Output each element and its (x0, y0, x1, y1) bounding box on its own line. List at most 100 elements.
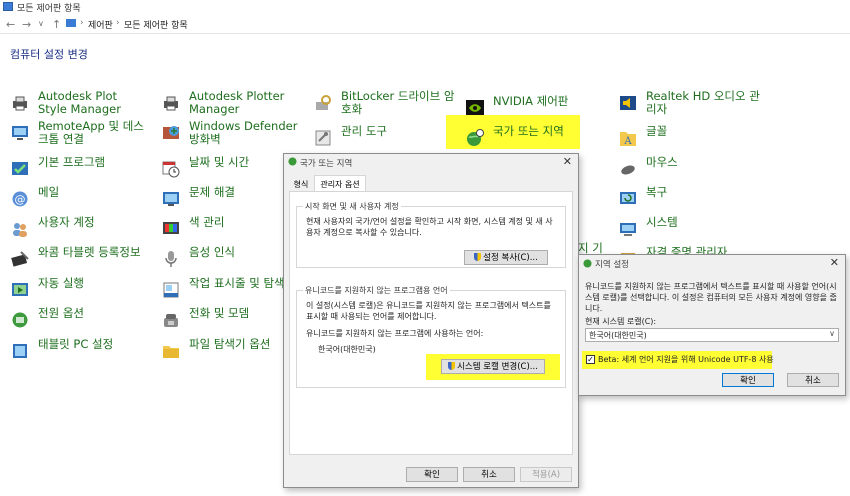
plotter-icon (164, 96, 178, 111)
cp-item-label: 관리 도구 (341, 124, 387, 138)
apply-button[interactable]: 적용(A) (520, 467, 572, 482)
cp-item-label: 와콤 타블렛 등록정보 (38, 245, 141, 259)
breadcrumb-separator: › (80, 18, 84, 28)
microphone-icon (165, 251, 177, 267)
control-panel-icon (3, 2, 13, 11)
cp-item-label: 글꼴 (646, 124, 668, 138)
cp-item-label: 날짜 및 시간 (189, 155, 250, 169)
group-description: 현재 사용자의 국가/언어 설정을 확인하고 시작 화면, 시스템 계정 및 새… (306, 217, 553, 237)
cp-item-label: RemoteApp 및 데스크톱 연결 (38, 119, 144, 146)
globe-icon (583, 259, 592, 268)
region-settings-dialog: 지역 설정 ✕ 유니코드를 지원하지 않는 프로그램에서 텍스트를 표시할 때 … (578, 254, 846, 396)
cp-item-label: 기본 프로그램 (38, 155, 106, 169)
mouse-icon (621, 165, 635, 175)
cp-item-label: 자동 실행 (38, 276, 84, 290)
breadcrumb-separator: › (116, 18, 120, 28)
up-arrow-icon[interactable]: ↑ (52, 18, 61, 31)
cancel-button[interactable]: 취소 (787, 373, 839, 387)
computer-icon (620, 223, 636, 236)
cp-item-label: BitLocker 드라이브 암호화 (341, 89, 455, 116)
non-unicode-group: 유니코드를 지원하지 않는 프로그램용 언어 이 설정(시스템 로캘)은 유니코… (296, 285, 566, 388)
bitlocker-key-icon (316, 95, 331, 110)
cp-item-label: 음성 인식 (189, 245, 235, 259)
admin-tools-icon (315, 130, 331, 146)
window-title-bar: 모든 제어판 항목 (0, 0, 850, 14)
welcome-screen-group: 시작 화면 및 새 사용자 계정 현재 사용자의 국가/언어 설정을 확인하고 … (296, 201, 566, 268)
cp-item-label: Windows Defender 방화벽 (189, 119, 298, 146)
address-bar: ← → ∨ ↑ › 제어판 › 모든 제어판 항목 (0, 14, 850, 34)
tab-administrative[interactable]: 관리자 옵션 (314, 175, 366, 192)
cp-item-label: 마우스 (646, 155, 678, 169)
phone-icon (164, 314, 178, 327)
taskbar-icon (163, 282, 179, 298)
current-language-label: 유니코드를 지원하지 않는 프로그램에 사용하는 언어: (306, 329, 484, 338)
close-icon[interactable]: ✕ (563, 155, 572, 168)
recent-chevron-icon[interactable]: ∨ (38, 19, 44, 28)
cancel-button[interactable]: 취소 (463, 467, 515, 482)
cp-item-label: 작업 표시줄 및 탐색 (189, 276, 285, 290)
cp-item-label: 문제 해결 (189, 185, 235, 199)
copy-settings-button[interactable]: 설정 복사(C)... (464, 250, 548, 265)
globe-icon (288, 157, 297, 166)
beta-utf8-label: Beta: 세계 언어 지원을 위해 Unicode UTF-8 사용 (598, 355, 774, 364)
system-locale-select[interactable]: 한국어(대한민국) ∨ (585, 328, 839, 342)
change-system-locale-button[interactable]: 시스템 로캘 변경(C)... (441, 359, 545, 374)
select-value: 한국어(대한민국) (589, 331, 647, 340)
group-label: 시작 화면 및 새 사용자 계정 (303, 201, 401, 212)
firewall-icon (163, 126, 179, 139)
recovery-icon (620, 192, 636, 204)
cp-item-label: 시스템 (646, 215, 678, 229)
speaker-icon (620, 96, 636, 110)
dialog-title: 지역 설정 (595, 260, 629, 270)
cp-item-label: Autodesk Plotter Manager (189, 89, 285, 116)
cp-item-label: 사용자 계정 (38, 215, 95, 229)
cp-item-label: 전원 옵션 (38, 306, 84, 320)
globe-clock-icon (467, 129, 484, 146)
tablet-pen-icon (11, 251, 29, 267)
mail-icon: @ (12, 191, 28, 207)
cp-item-label: Realtek HD 오디오 관리자 (646, 89, 760, 116)
close-icon[interactable]: ✕ (830, 256, 839, 269)
calendar-clock-icon (162, 161, 180, 178)
breadcrumb-control-panel[interactable]: 제어판 (88, 18, 113, 31)
shield-icon (474, 253, 482, 261)
tab-panel: 시작 화면 및 새 사용자 계정 현재 사용자의 국가/언어 설정을 확인하고 … (289, 191, 573, 455)
current-locale-label: 현재 시스템 로캘(C): (585, 317, 657, 326)
address-divider (0, 33, 850, 34)
forward-arrow-icon[interactable]: → (22, 18, 31, 31)
svg-text:@: @ (15, 193, 26, 206)
folder-icon (163, 346, 179, 358)
cp-item-label: 파일 탐색기 옵션 (189, 337, 271, 351)
printer-icon (13, 96, 27, 111)
cp-item-label: 전화 및 모뎀 (189, 306, 250, 320)
cp-item-label: 색 관리 (189, 215, 225, 229)
font-folder-icon: A (620, 132, 636, 147)
current-language-value: 한국어(대한민국) (318, 345, 376, 354)
beta-utf8-checkbox[interactable]: ✓ (586, 355, 595, 364)
window-title: 모든 제어판 항목 (17, 4, 81, 14)
cp-item-label: 국가 또는 지역 (493, 124, 564, 138)
chevron-down-icon: ∨ (829, 329, 835, 338)
ok-button[interactable]: 확인 (406, 467, 458, 482)
cp-item-autodesk-plot-style[interactable]: Autodesk Plot Style Manager (11, 90, 151, 118)
cp-item-label: Autodesk Plot Style Manager (38, 89, 121, 116)
dialog-title: 국가 또는 지역 (300, 159, 353, 169)
ok-button[interactable]: 확인 (722, 373, 774, 387)
address-cp-icon (66, 19, 76, 27)
remote-desktop-icon (12, 126, 28, 140)
group-description: 이 설정(시스템 로캘)은 유니코드를 지원하지 않는 프로그램에서 텍스트를 … (306, 301, 551, 321)
region-dialog: 국가 또는 지역 ✕ 형식 관리자 옵션 시작 화면 및 새 사용자 계정 현재… (283, 153, 579, 488)
color-palette-icon (163, 222, 179, 234)
back-arrow-icon[interactable]: ← (6, 18, 15, 31)
breadcrumb-all-items[interactable]: 모든 제어판 항목 (124, 18, 188, 31)
svg-text:A: A (623, 136, 632, 147)
shield-icon (448, 362, 456, 370)
tablet-icon (13, 344, 27, 358)
users-icon (13, 223, 27, 237)
default-programs-icon (12, 162, 28, 175)
page-title: 컴퓨터 설정 변경 (10, 48, 88, 61)
cp-item-label: 복구 (646, 185, 668, 199)
troubleshoot-icon (163, 192, 179, 206)
autoplay-icon (12, 283, 28, 296)
tab-formats[interactable]: 형식 (289, 178, 313, 192)
